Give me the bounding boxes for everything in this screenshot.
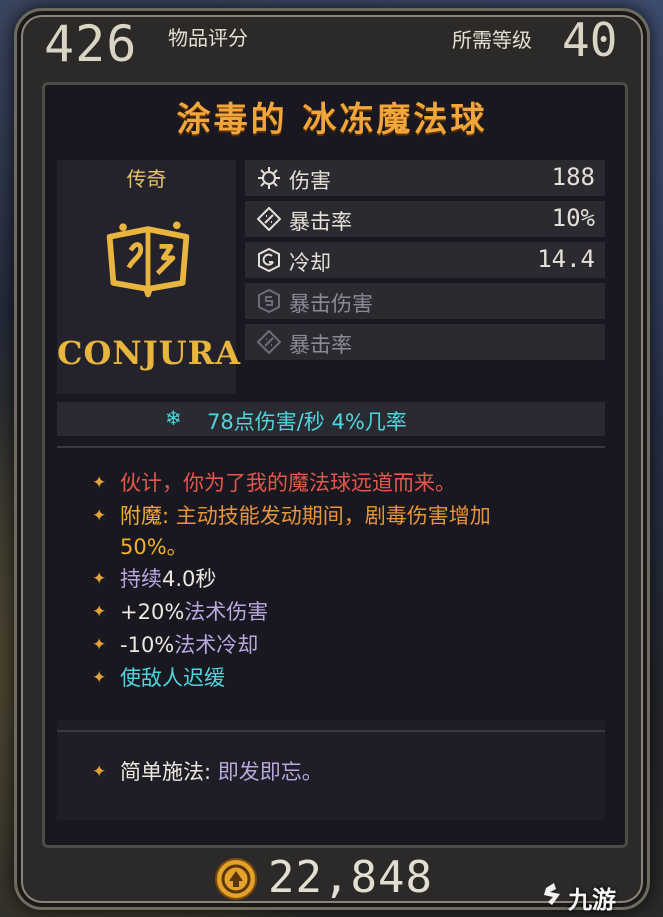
stat-value: 14.4: [537, 245, 595, 273]
watermark-text: 九游: [568, 886, 616, 914]
effect-value: 法术伤害: [184, 600, 269, 624]
anoint-label: 附魔:: [120, 504, 170, 528]
flavor-text: 伙计，你为了我的魔法球远道而来。: [120, 471, 456, 495]
effect-value: 法术冷却: [174, 633, 259, 657]
stat-row-cooldown: 冷却 14.4: [245, 242, 605, 278]
effect-prefix: +20%: [120, 600, 185, 624]
item-score-value: 426: [44, 15, 138, 73]
stat-name: 伤害: [289, 169, 331, 193]
spellbook-icon: [106, 221, 190, 298]
bullet-star-icon: ✦: [92, 473, 107, 493]
bullet-star-icon: ✦: [92, 762, 107, 782]
crit-rate-icon: [257, 330, 281, 354]
effect-prefix: -10%: [120, 633, 175, 657]
item-name: 涂毒的 冰冻魔法球: [176, 100, 488, 140]
cryo-icon: ❄: [165, 406, 182, 430]
required-level-value: 40: [562, 13, 618, 67]
rarity-label: 传奇: [126, 167, 167, 191]
stat-row-damage: 伤害 188: [245, 160, 605, 196]
cast-type-label: 简单施法:: [120, 760, 212, 784]
item-score-label: 物品评分: [168, 26, 248, 50]
item-price: 22,848: [268, 852, 433, 903]
stat-row-crit-damage: 暴击伤害: [245, 283, 605, 319]
currency-icon: [215, 858, 257, 900]
bullet-star-icon: ✦: [92, 635, 107, 655]
elemental-damage-text: 78点伤害/秒 4%几率: [207, 410, 407, 434]
crit-rate-icon: [257, 207, 281, 231]
manufacturer-name: CONJURA: [57, 334, 242, 372]
stat-name: 暴击率: [289, 210, 352, 234]
bullet-star-icon: ✦: [92, 602, 107, 622]
stat-name: 暴击伤害: [289, 292, 373, 316]
bullet-star-icon: ✦: [92, 569, 107, 589]
effect-prefix: 持续: [120, 567, 162, 591]
bullet-star-icon: ✦: [92, 506, 107, 526]
watermark-logo-icon: [544, 883, 560, 905]
bullet-star-icon: ✦: [92, 668, 107, 688]
anoint-text-cont: 50%。: [120, 535, 188, 559]
divider: [57, 730, 605, 732]
effect-value: 4.0秒: [162, 567, 217, 591]
damage-icon: [258, 167, 280, 189]
stat-row-crit-rate-locked: 暴击率: [245, 324, 605, 360]
crit-damage-icon: [258, 289, 280, 313]
cooldown-icon: [258, 248, 280, 272]
cast-type-value: 即发即忘。: [217, 760, 323, 784]
slow-effect-text: 使敌人迟缓: [120, 666, 225, 690]
required-level-label: 所需等级: [452, 28, 532, 52]
stat-row-crit-rate: 暴击率 10%: [245, 201, 605, 237]
stat-name: 暴击率: [289, 333, 352, 357]
stat-value: 188: [551, 163, 595, 191]
elemental-damage-bar: ❄ 78点伤害/秒 4%几率: [57, 402, 605, 436]
anoint-text: 主动技能发动期间，剧毒伤害增加: [175, 504, 491, 528]
divider: [57, 446, 605, 448]
stat-value: 10%: [551, 204, 595, 232]
stat-name: 冷却: [289, 251, 331, 275]
